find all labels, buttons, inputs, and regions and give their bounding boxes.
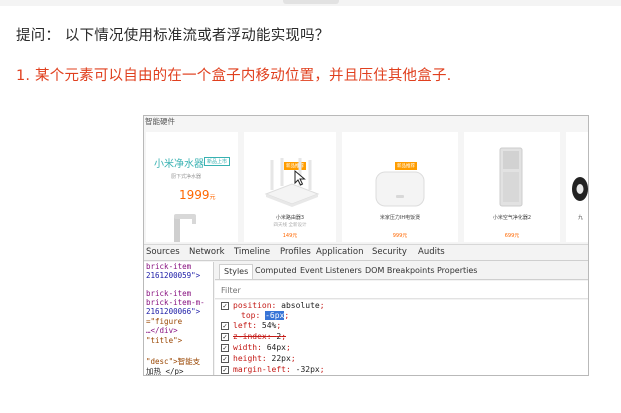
rule-checkbox[interactable]: ✓: [221, 333, 229, 341]
css-value[interactable]: 2: [276, 332, 281, 341]
rule-checkbox[interactable]: ✓: [221, 366, 229, 374]
css-rules-pane: ✓ position: absolute; top: -6px; ✓ left:…: [215, 300, 588, 375]
css-value-selected[interactable]: -6px: [265, 311, 285, 320]
dom-line[interactable]: 加热 </p>: [146, 366, 184, 375]
tab-properties[interactable]: Properties: [437, 266, 477, 275]
css-property: height: [233, 354, 262, 363]
top-bar-tab: [283, 0, 339, 4]
tab-event-listeners[interactable]: Event Listeners: [300, 266, 362, 275]
filter-input[interactable]: [221, 284, 341, 296]
featured-price: 1999元: [179, 188, 216, 202]
dom-line[interactable]: brick-item: [146, 289, 191, 298]
product-price: 999元: [392, 233, 408, 239]
camera-icon: [572, 177, 588, 201]
css-property: margin-left: [233, 365, 286, 374]
product-name: 小米空气净化器2: [492, 215, 532, 221]
category-title: 智能硬件: [145, 117, 175, 126]
css-property: z-index: [233, 332, 267, 341]
dom-line[interactable]: …</div>: [146, 326, 178, 335]
water-faucet-icon: [174, 214, 196, 242]
css-value[interactable]: 22px: [272, 354, 291, 363]
tab-security[interactable]: Security: [372, 247, 407, 257]
featured-name: 小米净水器: [154, 159, 204, 170]
tab-network[interactable]: Network: [189, 247, 225, 257]
product-price: 149元: [282, 233, 298, 239]
product-card-rice-cooker[interactable]: 新品推荐 米家压力IH电饭煲 999元: [342, 132, 458, 242]
product-card-partial[interactable]: 九: [566, 132, 588, 242]
css-property: left: [233, 321, 253, 330]
css-property: width: [233, 343, 258, 352]
product-strip: 智能硬件 小米净水器 新品上市 厨下式净水器 1999元 新品推荐 小米路由器3…: [144, 116, 588, 243]
rule-checkbox[interactable]: [221, 312, 229, 320]
tab-profiles[interactable]: Profiles: [280, 247, 311, 257]
rule-checkbox[interactable]: ✓: [221, 322, 229, 330]
devtools-tab-bar: Sources Network Timeline Profiles Applic…: [144, 244, 588, 261]
tab-timeline[interactable]: Timeline: [234, 247, 270, 257]
product-desc: 四天线 全新设计: [273, 223, 307, 228]
tab-styles[interactable]: Styles: [219, 264, 254, 279]
dom-line[interactable]: 2161200066">: [146, 307, 200, 316]
product-name: 米家压力IH电饭煲: [379, 215, 421, 221]
filter-bar: [215, 281, 588, 299]
air-purifier-icon: [499, 147, 523, 207]
tab-audits[interactable]: Audits: [418, 247, 445, 257]
dom-line[interactable]: brick-item: [146, 262, 191, 271]
css-property: position: [233, 301, 272, 310]
featured-card[interactable]: 小米净水器 新品上市 厨下式净水器 1999元: [146, 132, 238, 242]
rule-checkbox[interactable]: ✓: [221, 355, 229, 363]
featured-desc: 厨下式净水器: [171, 174, 202, 180]
rule-checkbox[interactable]: ✓: [221, 302, 229, 310]
css-property: top: [241, 311, 256, 320]
css-value[interactable]: 54%: [262, 321, 276, 330]
tab-application[interactable]: Application: [316, 247, 364, 257]
product-name: 九: [578, 215, 584, 221]
product-price: 699元: [504, 233, 520, 239]
top-bar: [0, 0, 621, 6]
product-card-air-purifier[interactable]: 小米空气净化器2 699元: [464, 132, 560, 242]
tab-dom-breakpoints[interactable]: DOM Breakpoints: [365, 266, 435, 275]
product-card-router[interactable]: 新品推荐 小米路由器3 四天线 全新设计 149元: [244, 132, 336, 242]
point-text: 1. 某个元素可以自由的在一个盒子内移动位置，并且压住其他盒子.: [16, 68, 452, 84]
mouse-cursor-icon: [294, 170, 306, 186]
question-text: 提问： 以下情况使用标准流或者浮动能实现吗？: [16, 28, 330, 44]
featured-badge: 新品上市: [204, 157, 231, 166]
dom-line[interactable]: brick-item-m-: [146, 298, 205, 307]
css-value[interactable]: -32px: [296, 365, 320, 374]
product-name: 小米路由器3: [275, 215, 305, 221]
rule-checkbox[interactable]: ✓: [221, 344, 229, 352]
rice-cooker-icon: [375, 171, 425, 207]
dom-line[interactable]: "title">: [146, 336, 182, 345]
tab-computed[interactable]: Computed: [255, 266, 297, 275]
dom-line[interactable]: 2161200059">: [146, 271, 200, 280]
screenshot-panel: 智能硬件 小米净水器 新品上市 厨下式净水器 1999元 新品推荐 小米路由器3…: [143, 115, 589, 376]
dom-line[interactable]: ="figure: [146, 317, 182, 326]
css-value[interactable]: absolute: [281, 301, 320, 310]
dom-tree[interactable]: brick-item 2161200059"> brick-item brick…: [144, 262, 214, 375]
tab-sources[interactable]: Sources: [146, 247, 180, 257]
router-icon: [264, 158, 320, 207]
css-value[interactable]: 64px: [267, 343, 286, 352]
styles-tab-bar: Styles Computed Event Listeners DOM Brea…: [215, 262, 588, 280]
